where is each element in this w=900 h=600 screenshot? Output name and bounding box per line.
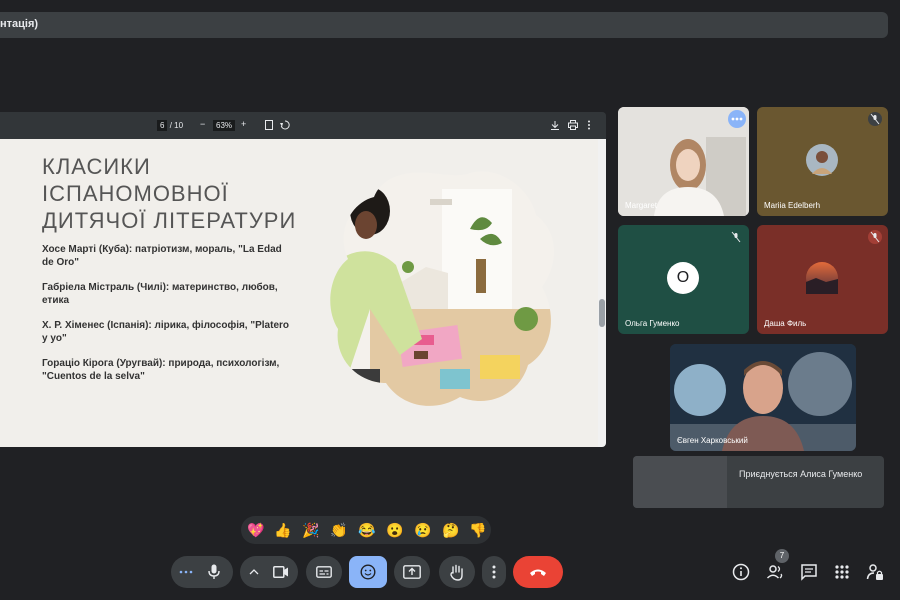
presenting-title: нтація) (0, 18, 39, 30)
info-icon[interactable] (732, 563, 750, 581)
participant-avatar (806, 262, 838, 294)
page-total: / 10 (169, 121, 184, 130)
chat-icon[interactable] (800, 563, 818, 581)
more-options-icon[interactable] (728, 110, 746, 128)
reaction-surprised[interactable]: 😮 (386, 521, 403, 539)
slide-list-item: Гораціо Кірога (Уругвай): природа, психо… (42, 358, 280, 382)
chevron-up-icon[interactable] (249, 568, 259, 576)
reaction-sad[interactable]: 😢 (414, 521, 431, 539)
present-icon (403, 565, 421, 579)
slide-title: КЛАСИКИ ІСПАНОМОВНОЇ ДИТЯЧОЇ ЛІТЕРАТУРИ (42, 153, 296, 234)
camera-control (240, 556, 298, 588)
more-options-button[interactable] (482, 556, 506, 588)
mic-control (171, 556, 233, 588)
captions-icon (316, 566, 332, 578)
participant-video (670, 344, 856, 451)
participant-name: Mariia Edelberh (764, 201, 821, 210)
mic-icon[interactable] (207, 564, 221, 580)
apps-icon[interactable] (833, 563, 851, 581)
participant-name: Ольга Гуменко (625, 319, 680, 328)
pdf-more-icon[interactable] (586, 120, 592, 130)
raise-hand-button[interactable] (439, 556, 475, 588)
slide-list-item: Х. Р. Хіменес (Іспанія): лірика, філософ… (42, 320, 290, 344)
emoji-button[interactable] (349, 556, 387, 588)
slide-title-line: ІСПАНОМОВНОЇ (42, 181, 229, 206)
mic-off-icon (868, 230, 882, 244)
presenting-bar: нтація) (0, 12, 888, 38)
pdf-scrollbar[interactable] (598, 139, 606, 447)
participant-tile-olha[interactable]: О Ольга Гуменко (618, 225, 749, 334)
slide-title-line: КЛАСИКИ (42, 154, 151, 179)
participant-avatar (806, 144, 838, 176)
slide-title-line: ДИТЯЧОЇ ЛІТЕРАТУРИ (42, 208, 297, 233)
more-vert-icon (492, 565, 496, 579)
reactions-bar: 💖 👍 🎉 👏 😂 😮 😢 🤔 👎 (241, 516, 491, 544)
slide-list-item: Хосе Марті (Куба): патріотизм, мораль, "… (42, 244, 282, 268)
slide-list: Хосе Марті (Куба): патріотизм, мораль, "… (42, 243, 292, 395)
slide-illustration (330, 171, 555, 406)
more-dots-icon[interactable] (179, 569, 193, 575)
raise-hand-icon (450, 564, 463, 581)
zoom-in-icon[interactable]: + (241, 119, 246, 129)
reaction-clap[interactable]: 👏 (330, 521, 347, 539)
participant-name: Даша Филь (764, 319, 807, 328)
people-icon[interactable] (766, 563, 784, 581)
print-icon[interactable] (568, 120, 578, 130)
reaction-party[interactable]: 🎉 (302, 521, 319, 539)
rotate-icon[interactable] (280, 120, 290, 130)
leave-call-button[interactable] (513, 556, 563, 588)
present-button[interactable] (394, 556, 430, 588)
participant-tile-margaret[interactable]: Margaret (618, 107, 749, 216)
download-icon[interactable] (550, 120, 560, 130)
people-count-badge: 7 (775, 549, 789, 563)
hang-up-icon (530, 569, 546, 576)
mic-off-icon (729, 230, 743, 244)
reaction-thumbs-down[interactable]: 👎 (469, 521, 486, 539)
reaction-thumbs-up[interactable]: 👍 (274, 521, 291, 539)
join-notice: Приєднується Алиса Гуменко (633, 456, 884, 508)
pdf-toolbar: 6 / 10 − 63% + (0, 112, 606, 139)
shared-screen: 6 / 10 − 63% + КЛАСИКИ ІСПАНОМОВНОЇ ДИТЯ… (0, 112, 606, 447)
participant-avatar: О (667, 262, 699, 294)
reaction-laugh[interactable]: 😂 (358, 521, 375, 539)
join-notice-text: Приєднується Алиса Гуменко (739, 469, 863, 479)
mic-off-icon (868, 112, 882, 126)
participant-tile-yevhen[interactable]: Євген Харковський (670, 344, 856, 451)
slide-list-item: Габріела Містраль (Чилі): материнство, л… (42, 282, 278, 306)
slide: КЛАСИКИ ІСПАНОМОВНОЇ ДИТЯЧОЇ ЛІТЕРАТУРИ … (0, 139, 598, 447)
captions-button[interactable] (306, 556, 342, 588)
lock-person-icon[interactable] (866, 563, 884, 581)
reaction-thinking[interactable]: 🤔 (442, 521, 459, 539)
participant-name: Margaret (625, 201, 658, 210)
reaction-heart[interactable]: 💖 (247, 521, 264, 539)
page-input[interactable]: 6 (157, 120, 168, 131)
meet-window: нтація) 6 / 10 − 63% + КЛАСИКИ ІСПАНОМОВ… (0, 0, 900, 600)
zoom-out-icon[interactable]: − (200, 119, 205, 129)
zoom-level[interactable]: 63% (213, 120, 236, 131)
participant-name: Євген Харковський (677, 436, 748, 445)
page-indicator: 6 / 10 (157, 120, 183, 131)
emoji-icon (360, 564, 376, 580)
participant-tile-mariia[interactable]: Mariia Edelberh (757, 107, 888, 216)
participant-tile-dasha[interactable]: Даша Филь (757, 225, 888, 334)
fit-page-icon[interactable] (264, 120, 274, 130)
join-thumbnail (633, 456, 727, 508)
camera-icon[interactable] (273, 566, 289, 578)
scroll-thumb[interactable] (599, 299, 605, 327)
